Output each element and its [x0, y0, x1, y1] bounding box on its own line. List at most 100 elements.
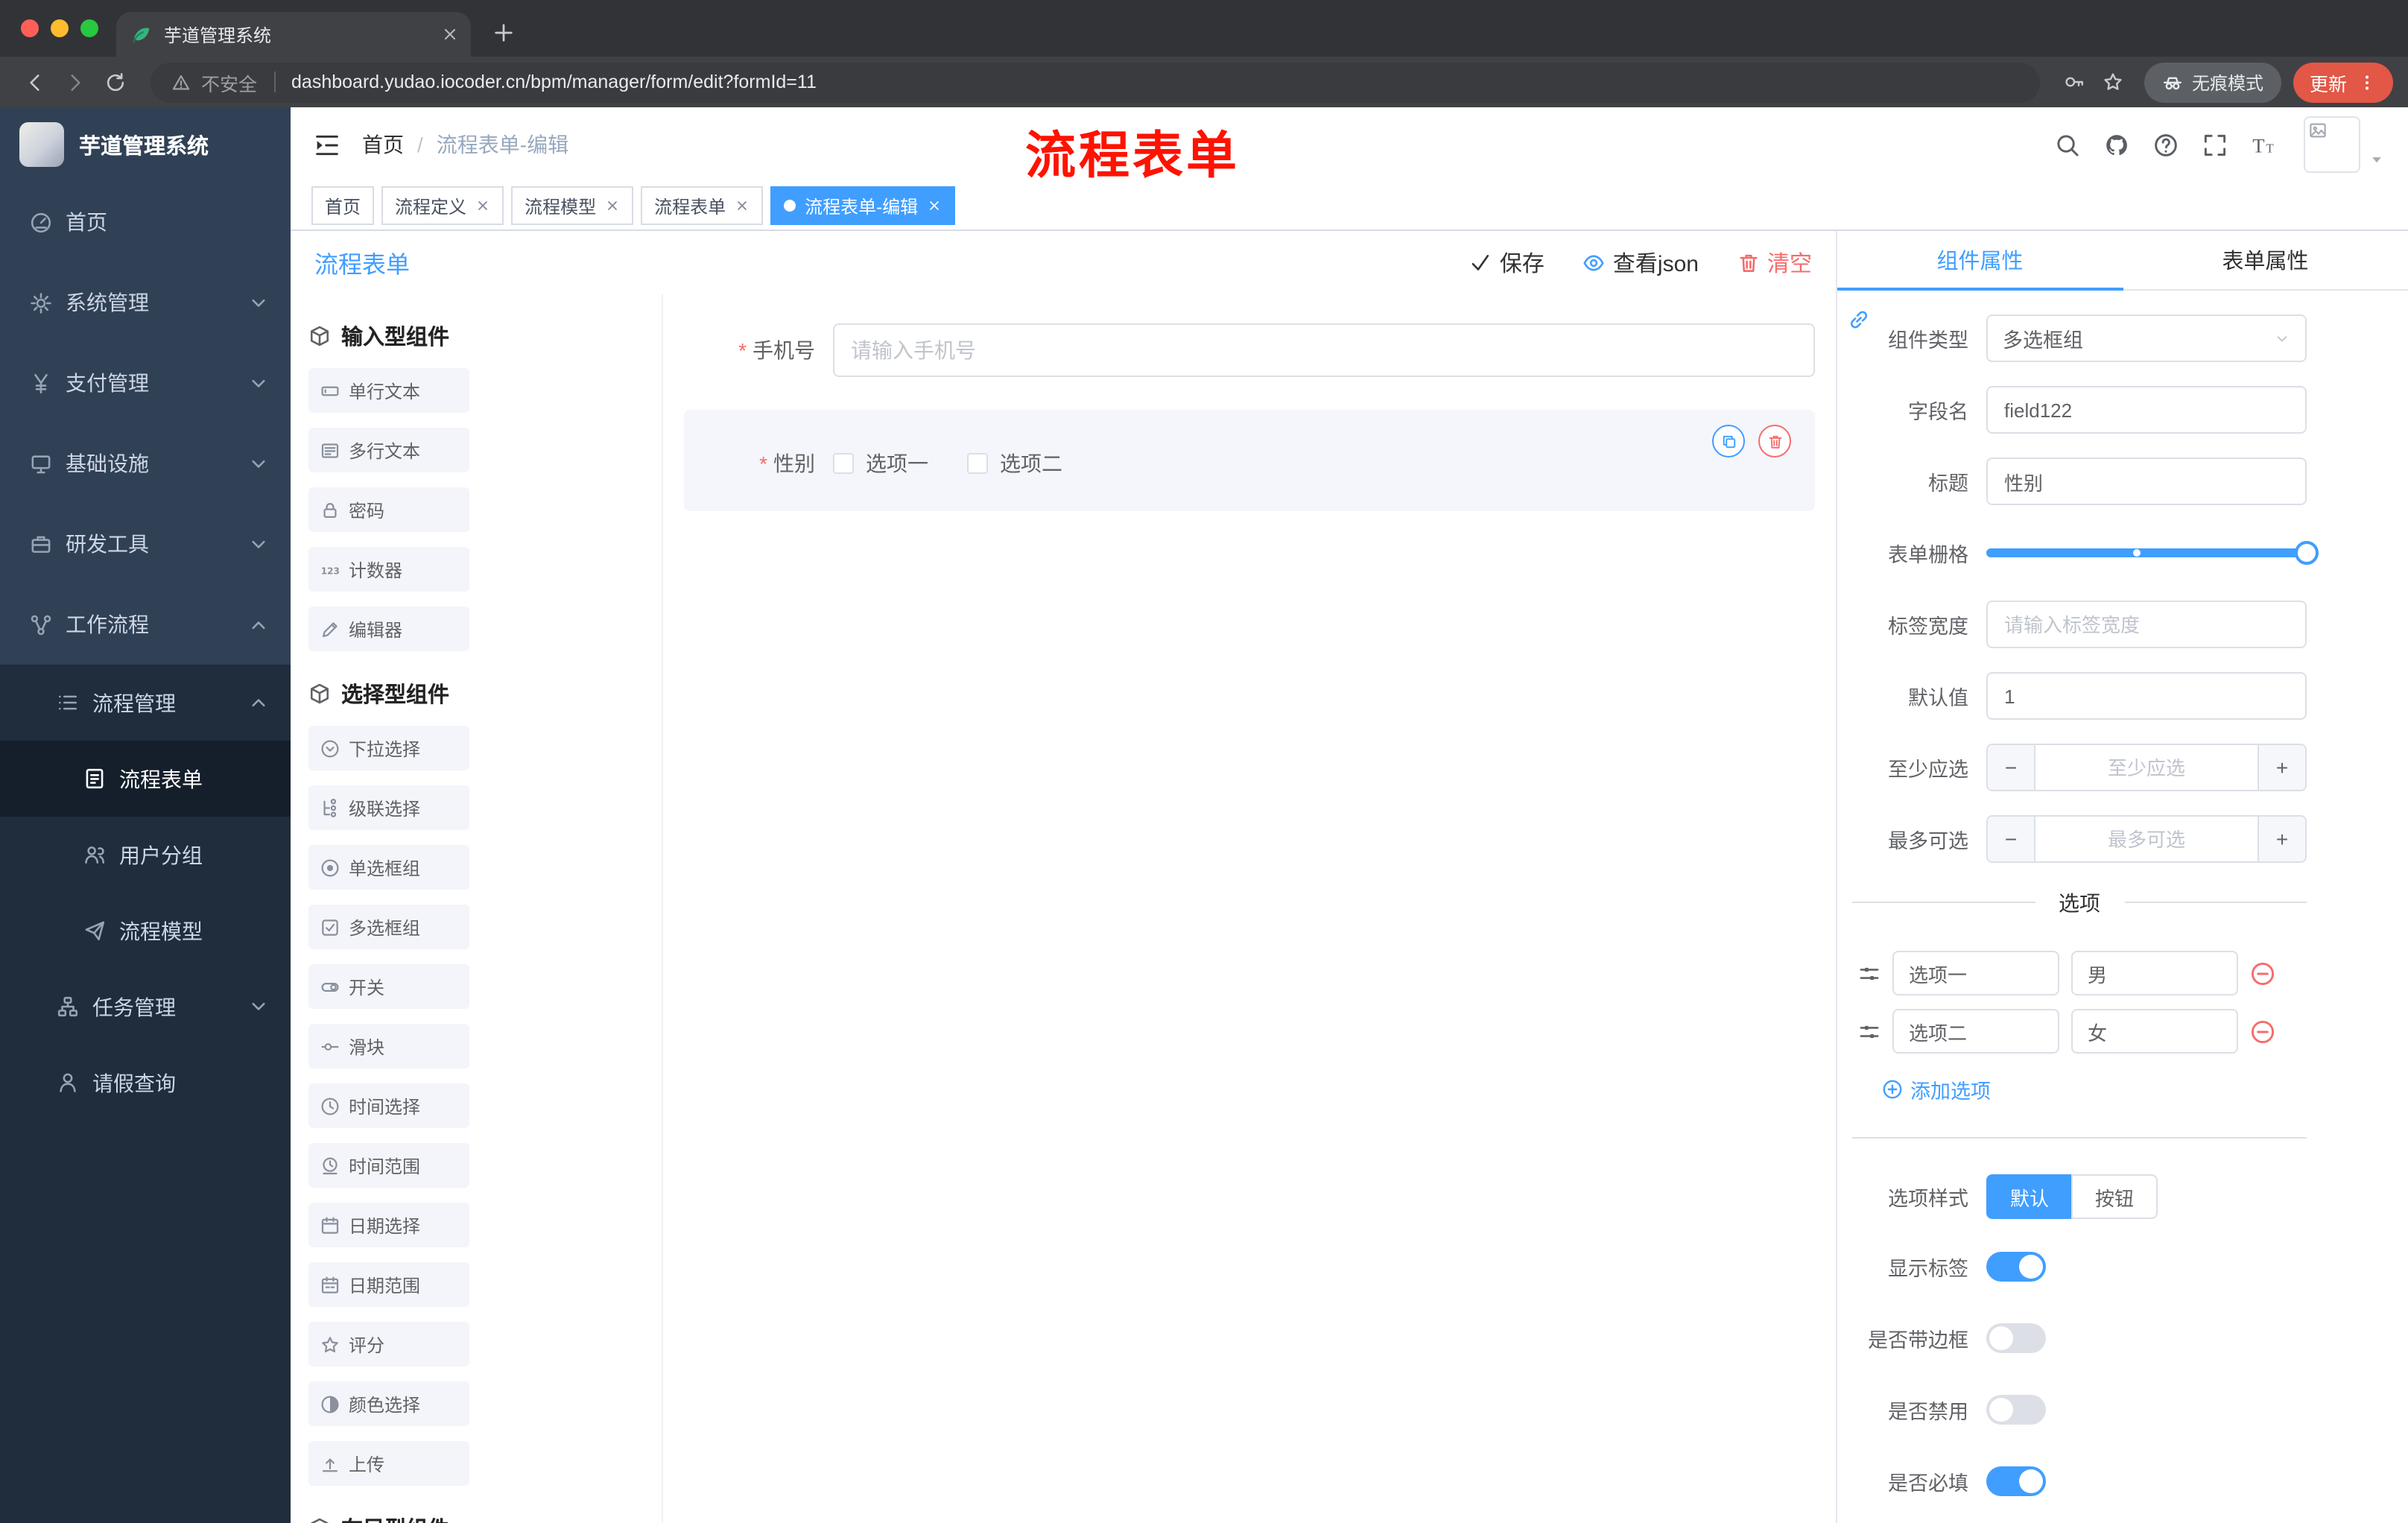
chip-password[interactable]: 密码 — [308, 487, 469, 532]
sidebar-item-process-model[interactable]: 流程模型 — [0, 893, 291, 969]
window-zoom-button[interactable] — [80, 19, 98, 37]
window-minimize-button[interactable] — [51, 19, 69, 37]
chip-counter[interactable]: 123 计数器 — [308, 547, 469, 592]
chip-checkbox[interactable]: 多选框组 — [308, 905, 469, 949]
browser-update-button[interactable]: 更新 — [2293, 62, 2393, 102]
tag-process-form-edit[interactable]: 流程表单-编辑 — [770, 186, 956, 225]
breadcrumb-home[interactable]: 首页 — [362, 130, 404, 159]
remove-option-icon[interactable] — [2250, 1019, 2275, 1044]
sidebar-collapse-button[interactable] — [314, 132, 340, 157]
user-menu[interactable] — [2304, 116, 2384, 173]
tab-close-icon[interactable] — [441, 25, 459, 43]
search-icon[interactable] — [2055, 132, 2080, 157]
chip-textarea[interactable]: 多行文本 — [308, 428, 469, 472]
stepper-increase-button[interactable]: + — [2258, 817, 2305, 861]
fullscreen-icon[interactable] — [2202, 132, 2228, 157]
min-select-input[interactable] — [2035, 745, 2258, 790]
tab-form-props[interactable]: 表单属性 — [2123, 231, 2408, 289]
tag-process-model[interactable]: 流程模型 — [511, 186, 634, 225]
field-name-input[interactable] — [1986, 386, 2307, 434]
default-value-input[interactable] — [1986, 672, 2307, 720]
link-icon[interactable] — [1848, 308, 1870, 331]
grid-slider[interactable] — [1986, 529, 2319, 577]
sidebar-item-task-management[interactable]: 任务管理 — [0, 969, 291, 1045]
stepper-decrease-button[interactable]: − — [1988, 745, 2035, 790]
form-field-phone[interactable]: 手机号 — [684, 323, 1815, 377]
tag-process-form[interactable]: 流程表单 — [641, 186, 764, 225]
toggle-switch[interactable] — [1986, 1323, 2046, 1353]
phone-input[interactable] — [833, 323, 1815, 377]
style-default-button[interactable]: 默认 — [1986, 1174, 2072, 1219]
tag-close-icon[interactable] — [475, 198, 490, 213]
sidebar-item-user-group[interactable]: 用户分组 — [0, 817, 291, 893]
chip-date[interactable]: 日期选择 — [308, 1203, 469, 1247]
reload-button[interactable] — [95, 62, 136, 102]
chip-radio[interactable]: 单选框组 — [308, 845, 469, 890]
chip-input[interactable]: 单行文本 — [308, 368, 469, 413]
browser-tab[interactable]: 芋道管理系统 — [116, 12, 471, 57]
sidebar-item-workflow[interactable]: 工作流程 — [0, 584, 291, 665]
sidebar-item-leave-query[interactable]: 请假查询 — [0, 1045, 291, 1121]
toggle-switch[interactable] — [1986, 1395, 2046, 1425]
chip-time[interactable]: 时间选择 — [308, 1083, 469, 1128]
forward-button[interactable] — [55, 62, 95, 102]
delete-field-button[interactable] — [1758, 425, 1791, 457]
tab-component-props[interactable]: 组件属性 — [1837, 231, 2123, 291]
checkbox-option-2[interactable]: 选项二 — [967, 449, 1062, 478]
user-caret-down-icon[interactable] — [2369, 152, 2384, 173]
option-name-input[interactable] — [1892, 1009, 2059, 1054]
sidebar-item-infrastructure[interactable]: 基础设施 — [0, 423, 291, 504]
chip-cascader[interactable]: 级联选择 — [308, 785, 469, 830]
browser-menu-icon[interactable] — [2357, 72, 2377, 92]
checkbox-option-1[interactable]: 选项一 — [833, 449, 928, 478]
tag-close-icon[interactable] — [605, 198, 620, 213]
label-width-input[interactable] — [1986, 601, 2307, 648]
tag-close-icon[interactable] — [927, 198, 942, 213]
max-select-input[interactable] — [2035, 817, 2258, 861]
style-button-button[interactable]: 按钮 — [2071, 1174, 2158, 1219]
chip-color[interactable]: 颜色选择 — [308, 1381, 469, 1426]
chip-rate[interactable]: 评分 — [308, 1322, 469, 1367]
sidebar-item-system-management[interactable]: 系统管理 — [0, 262, 291, 343]
sidebar-item-dev-tools[interactable]: 研发工具 — [0, 504, 291, 584]
back-button[interactable] — [15, 62, 55, 102]
save-button[interactable]: 保存 — [1470, 247, 1544, 278]
window-close-button[interactable] — [21, 19, 39, 37]
stepper-increase-button[interactable]: + — [2258, 745, 2305, 790]
clear-button[interactable]: 清空 — [1737, 247, 1812, 278]
selected-form-field-gender[interactable]: 性别 选项一 选项二 — [684, 410, 1815, 511]
sidebar-item-home[interactable]: 首页 — [0, 182, 291, 262]
chip-date-range[interactable]: 日期范围 — [308, 1262, 469, 1307]
sidebar-item-process-management[interactable]: 流程管理 — [0, 665, 291, 741]
option-value-input[interactable] — [2071, 951, 2238, 995]
sidebar-item-process-form[interactable]: 流程表单 — [0, 741, 291, 817]
toggle-switch[interactable] — [1986, 1252, 2046, 1282]
drag-handle-icon[interactable] — [1858, 1020, 1881, 1042]
question-icon[interactable] — [2153, 132, 2179, 157]
address-bar[interactable]: 不安全 dashboard.yudao.iocoder.cn/bpm/manag… — [150, 62, 2040, 102]
stepper-decrease-button[interactable]: − — [1988, 817, 2035, 861]
component-type-select[interactable]: 多选框组 — [1986, 314, 2307, 362]
chip-upload[interactable]: 上传 — [308, 1441, 469, 1486]
option-name-input[interactable] — [1892, 951, 2059, 995]
font-size-icon[interactable]: TT — [2252, 132, 2277, 157]
option-value-input[interactable] — [2071, 1009, 2238, 1054]
view-json-button[interactable]: 查看json — [1583, 247, 1699, 278]
drag-handle-icon[interactable] — [1858, 962, 1881, 984]
remove-option-icon[interactable] — [2250, 960, 2275, 986]
sidebar-item-payment-management[interactable]: 支付管理 — [0, 343, 291, 423]
avatar[interactable] — [2304, 116, 2360, 173]
copy-field-button[interactable] — [1712, 425, 1745, 457]
title-input[interactable] — [1986, 457, 2307, 505]
tag-close-icon[interactable] — [735, 198, 750, 213]
tag-process-definition[interactable]: 流程定义 — [381, 186, 504, 225]
chip-switch[interactable]: 开关 — [308, 964, 469, 1009]
chip-slider[interactable]: 滑块 — [308, 1024, 469, 1068]
slider-handle[interactable] — [2295, 541, 2319, 565]
toggle-switch[interactable] — [1986, 1466, 2046, 1496]
chip-editor[interactable]: 编辑器 — [308, 607, 469, 651]
add-option-button[interactable]: 添加选项 — [1882, 1074, 2307, 1104]
github-icon[interactable] — [2104, 132, 2129, 157]
new-tab-button[interactable] — [483, 12, 525, 54]
tag-home[interactable]: 首页 — [311, 186, 375, 225]
